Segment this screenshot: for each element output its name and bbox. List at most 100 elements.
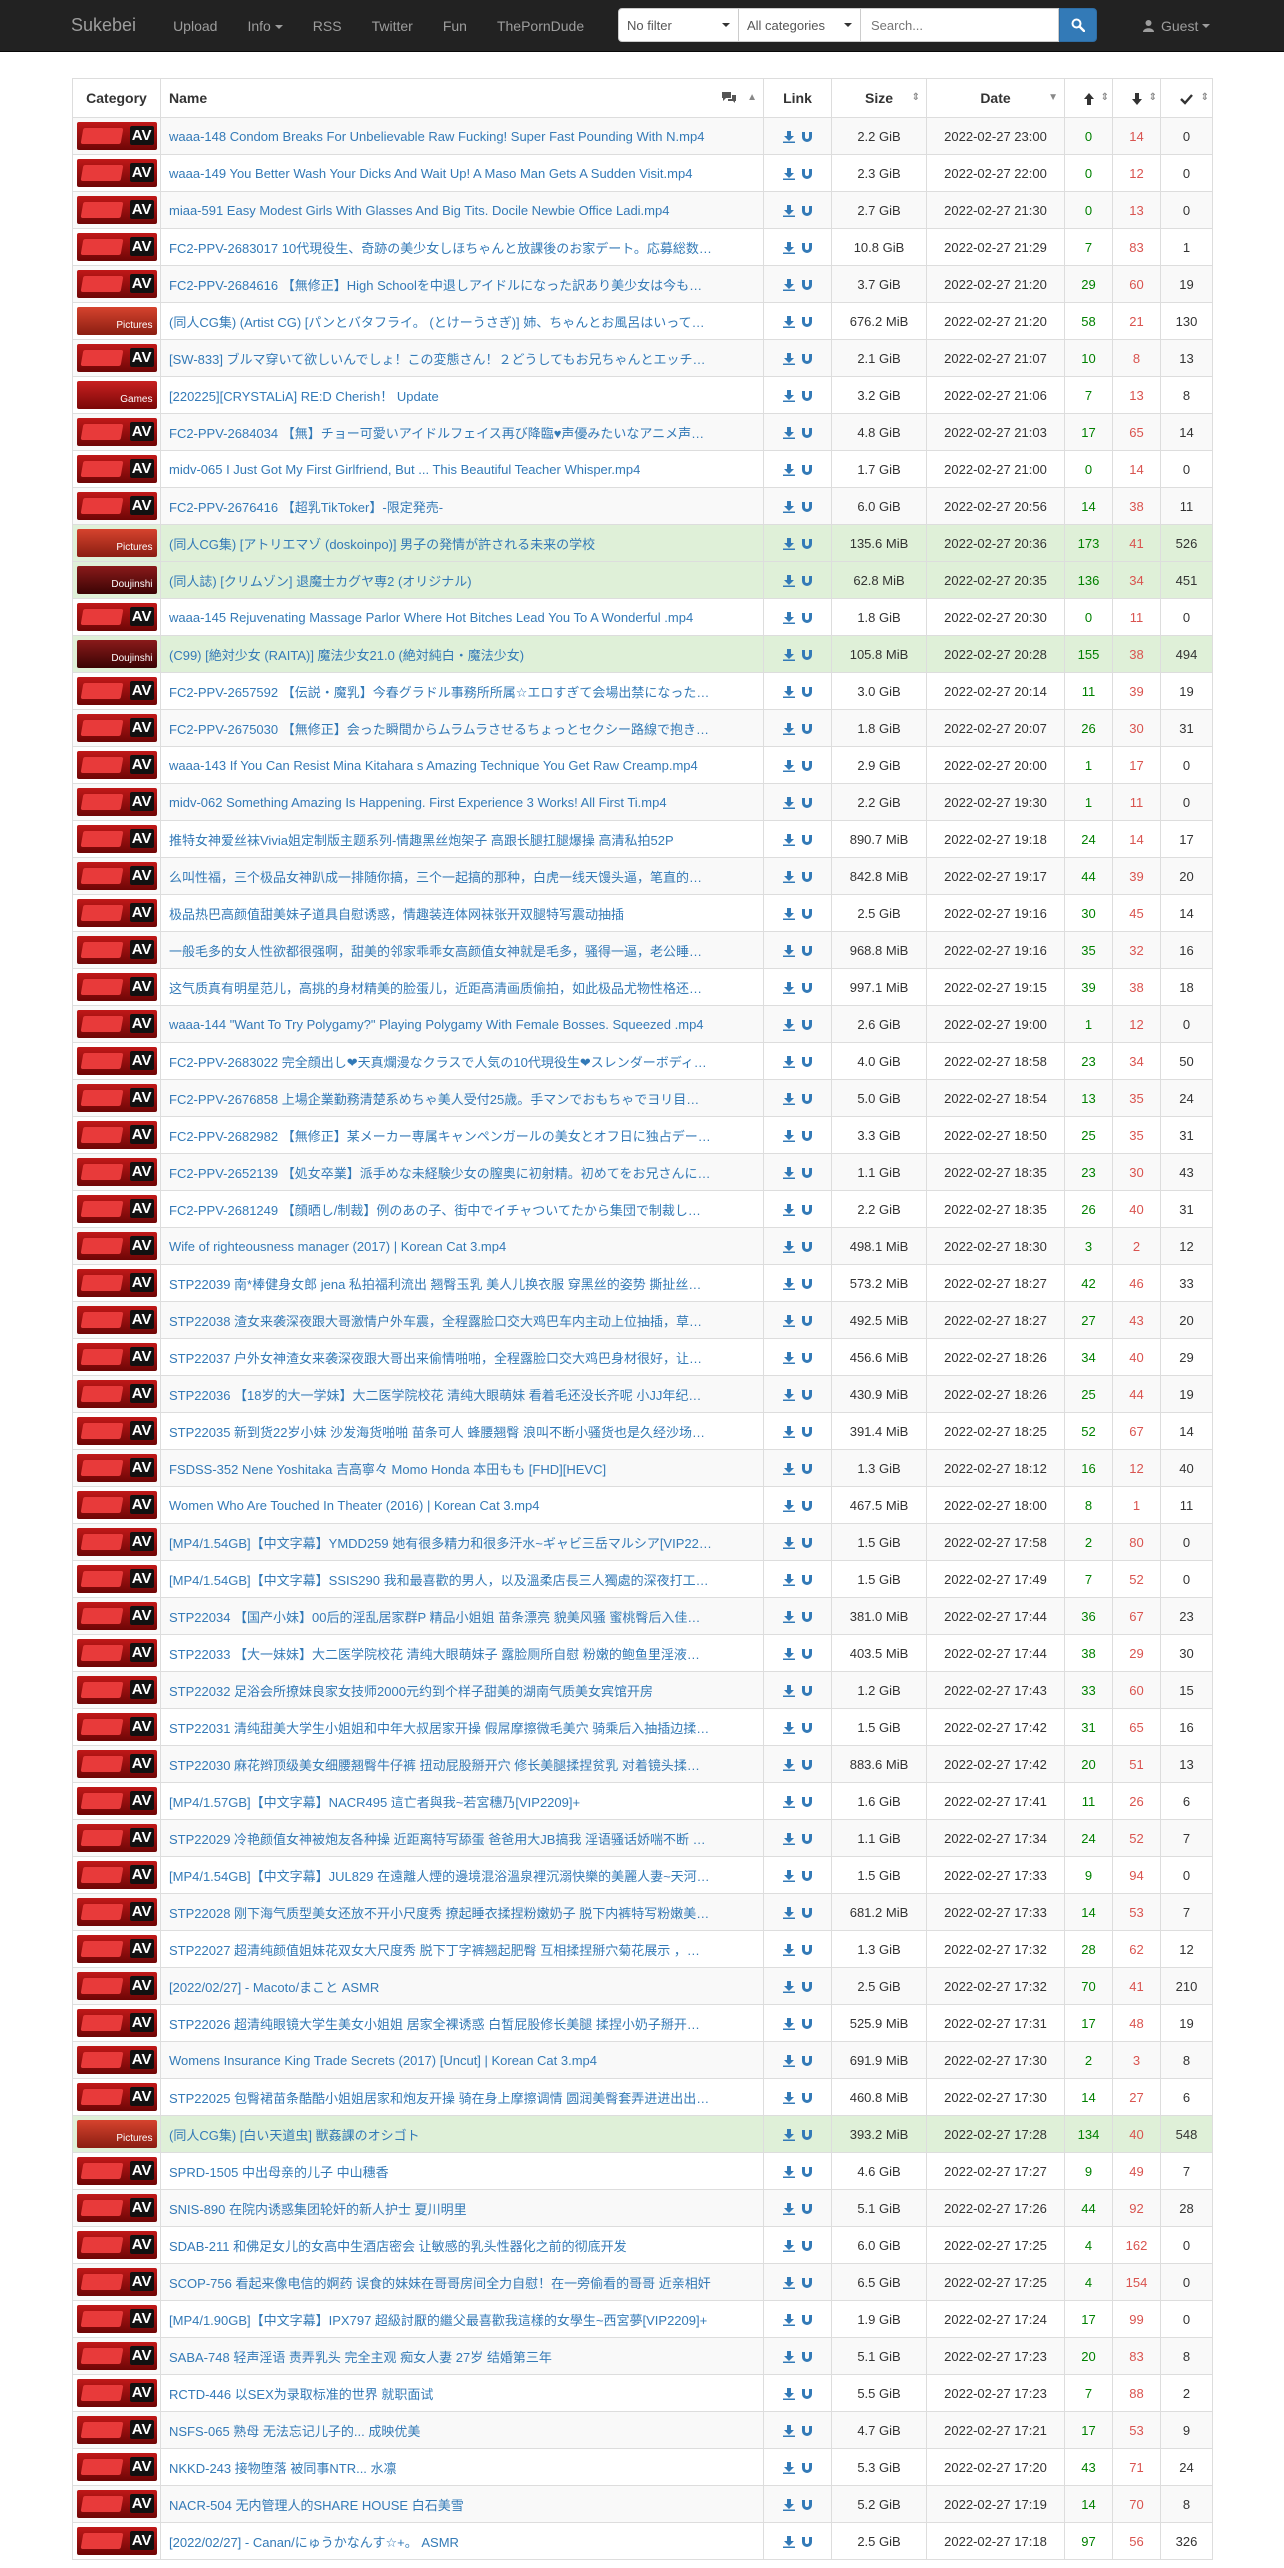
torrent-title-link[interactable]: FC2-PPV-2676858 上場企業勤務清楚系めちゃ美人受付25歳。手マンで… <box>169 1092 699 1107</box>
torrent-title-link[interactable]: 一般毛多的女人性欲都很强啊，甜美的邻家乖乖女高颜值女神就是毛多，骚得一逼，老公睡… <box>169 944 702 959</box>
category-badge[interactable]: AV <box>76 2379 157 2407</box>
magnet-icon[interactable] <box>801 797 813 809</box>
download-icon[interactable] <box>782 871 795 884</box>
magnet-icon[interactable] <box>801 1463 813 1475</box>
torrent-title-link[interactable]: [MP4/1.54GB]【中文字幕】SSIS290 我和最喜歡的男人，以及溫柔店… <box>169 1573 709 1588</box>
torrent-title-link[interactable]: [MP4/1.90GB]【中文字幕】IPX797 超級討厭的繼父最喜歡我這樣的女… <box>169 2313 707 2328</box>
magnet-icon[interactable] <box>801 1426 813 1438</box>
torrent-title-link[interactable]: STP22037 户外女神渣女来袭深夜跟大哥出来偷情啪啪，全程露脸口交大鸡巴身材… <box>169 1351 702 1366</box>
nav-upload[interactable]: Upload <box>158 18 232 34</box>
download-icon[interactable] <box>782 2351 795 2364</box>
magnet-icon[interactable] <box>801 1056 813 1068</box>
torrent-title-link[interactable]: FC2-PPV-2684034 【無】チョー可愛いアイドルフェイス再び降臨♥声優… <box>169 426 704 441</box>
magnet-icon[interactable] <box>801 982 813 994</box>
download-icon[interactable] <box>782 908 795 921</box>
magnet-icon[interactable] <box>801 1315 813 1327</box>
download-icon[interactable] <box>782 945 795 958</box>
magnet-icon[interactable] <box>801 1981 813 1993</box>
col-name-header[interactable]: Name ▲ <box>160 78 764 118</box>
download-icon[interactable] <box>782 1537 795 1550</box>
download-icon[interactable] <box>782 242 795 255</box>
magnet-icon[interactable] <box>801 1796 813 1808</box>
download-icon[interactable] <box>782 1611 795 1624</box>
torrent-title-link[interactable]: waaa-143 If You Can Resist Mina Kitahara… <box>169 758 698 773</box>
category-badge[interactable]: AV <box>76 1084 157 1112</box>
category-badge[interactable]: AV <box>76 2490 157 2518</box>
torrent-title-link[interactable]: (同人CG集) [白い天道虫] 獣姦課のオシゴト <box>169 2128 420 2143</box>
download-icon[interactable] <box>782 2388 795 2401</box>
category-badge[interactable]: AV <box>76 1639 157 1667</box>
download-icon[interactable] <box>782 1796 795 1809</box>
magnet-icon[interactable] <box>801 1611 813 1623</box>
download-icon[interactable] <box>782 760 795 773</box>
magnet-icon[interactable] <box>801 2499 813 2511</box>
magnet-icon[interactable] <box>801 279 813 291</box>
category-badge[interactable]: AV <box>76 1306 157 1334</box>
category-badge[interactable]: AV <box>76 1824 157 1852</box>
magnet-icon[interactable] <box>801 1537 813 1549</box>
download-icon[interactable] <box>782 1278 795 1291</box>
category-badge[interactable]: AV <box>76 751 157 779</box>
magnet-icon[interactable] <box>801 649 813 661</box>
category-badge[interactable]: AV <box>76 122 157 150</box>
magnet-icon[interactable] <box>801 2092 813 2104</box>
magnet-icon[interactable] <box>801 2536 813 2548</box>
torrent-title-link[interactable]: [MP4/1.54GB]【中文字幕】JUL829 在遠離人煙的邊境混浴溫泉裡沉溺… <box>169 1869 710 1884</box>
download-icon[interactable] <box>782 1130 795 1143</box>
category-badge[interactable]: AV <box>76 418 157 446</box>
magnet-icon[interactable] <box>801 575 813 587</box>
magnet-icon[interactable] <box>801 2018 813 2030</box>
category-badge[interactable]: AV <box>76 1898 157 1926</box>
category-badge[interactable]: AV <box>76 1047 157 1075</box>
download-icon[interactable] <box>782 1574 795 1587</box>
magnet-icon[interactable] <box>801 1648 813 1660</box>
col-size-header[interactable]: Size ⇕ <box>831 78 927 118</box>
magnet-icon[interactable] <box>801 1722 813 1734</box>
download-icon[interactable] <box>782 205 795 218</box>
torrent-title-link[interactable]: [220225][CRYSTALiA] RE:D Cherish！ Update <box>169 389 439 404</box>
download-icon[interactable] <box>782 1870 795 1883</box>
category-badge[interactable]: Pictures <box>76 2120 157 2148</box>
category-badge[interactable]: AV <box>76 2342 157 2370</box>
col-completed-header[interactable]: ⇕ <box>1160 78 1213 118</box>
category-badge[interactable]: AV <box>76 1602 157 1630</box>
download-icon[interactable] <box>782 1500 795 1513</box>
magnet-icon[interactable] <box>801 2277 813 2289</box>
download-icon[interactable] <box>782 2536 795 2549</box>
torrent-title-link[interactable]: STP22032 足浴会所撩妹良家女技师2000元约到个样子甜美的湖南气质美女宾… <box>169 1684 653 1699</box>
category-badge[interactable]: AV <box>76 1380 157 1408</box>
magnet-icon[interactable] <box>801 464 813 476</box>
download-icon[interactable] <box>782 2425 795 2438</box>
download-icon[interactable] <box>782 501 795 514</box>
torrent-title-link[interactable]: STP22031 清纯甜美大学生小姐姐和中年大叔居家开操 假屌摩擦微毛美穴 骑乘… <box>169 1721 709 1736</box>
download-icon[interactable] <box>782 1389 795 1402</box>
category-badge[interactable]: AV <box>76 1935 157 1963</box>
category-badge[interactable]: AV <box>76 196 157 224</box>
download-icon[interactable] <box>782 2240 795 2253</box>
magnet-icon[interactable] <box>801 2425 813 2437</box>
torrent-title-link[interactable]: STP22028 刚下海气质型美女还放不开小尺度秀 撩起睡衣揉捏粉嫩奶子 脱下内… <box>169 1906 709 1921</box>
download-icon[interactable] <box>782 2166 795 2179</box>
category-badge[interactable]: AV <box>76 714 157 742</box>
torrent-title-link[interactable]: FC2-PPV-2657592 【伝説・魔乳】今春グラドル事務所所属☆エロすぎて… <box>169 685 709 700</box>
download-icon[interactable] <box>782 2203 795 2216</box>
magnet-icon[interactable] <box>801 501 813 513</box>
magnet-icon[interactable] <box>801 1241 813 1253</box>
nav-fun[interactable]: Fun <box>428 18 482 34</box>
category-badge[interactable]: AV <box>76 1565 157 1593</box>
magnet-icon[interactable] <box>801 168 813 180</box>
magnet-icon[interactable] <box>801 316 813 328</box>
magnet-icon[interactable] <box>801 945 813 957</box>
category-badge[interactable]: AV <box>76 455 157 483</box>
magnet-icon[interactable] <box>801 1500 813 1512</box>
magnet-icon[interactable] <box>801 723 813 735</box>
torrent-title-link[interactable]: FC2-PPV-2675030 【無修正】会った瞬間からムラムラさせるちょっとセ… <box>169 722 709 737</box>
category-badge[interactable]: AV <box>76 270 157 298</box>
torrent-title-link[interactable]: FC2-PPV-2682982 【無修正】某メーカー専属キャンペンガールの美女と… <box>169 1129 711 1144</box>
magnet-icon[interactable] <box>801 131 813 143</box>
magnet-icon[interactable] <box>801 1130 813 1142</box>
magnet-icon[interactable] <box>801 1019 813 1031</box>
torrent-title-link[interactable]: NSFS-065 熟母 无法忘记儿子的... 成映优美 <box>169 2424 420 2439</box>
magnet-icon[interactable] <box>801 1944 813 1956</box>
category-badge[interactable]: AV <box>76 1787 157 1815</box>
